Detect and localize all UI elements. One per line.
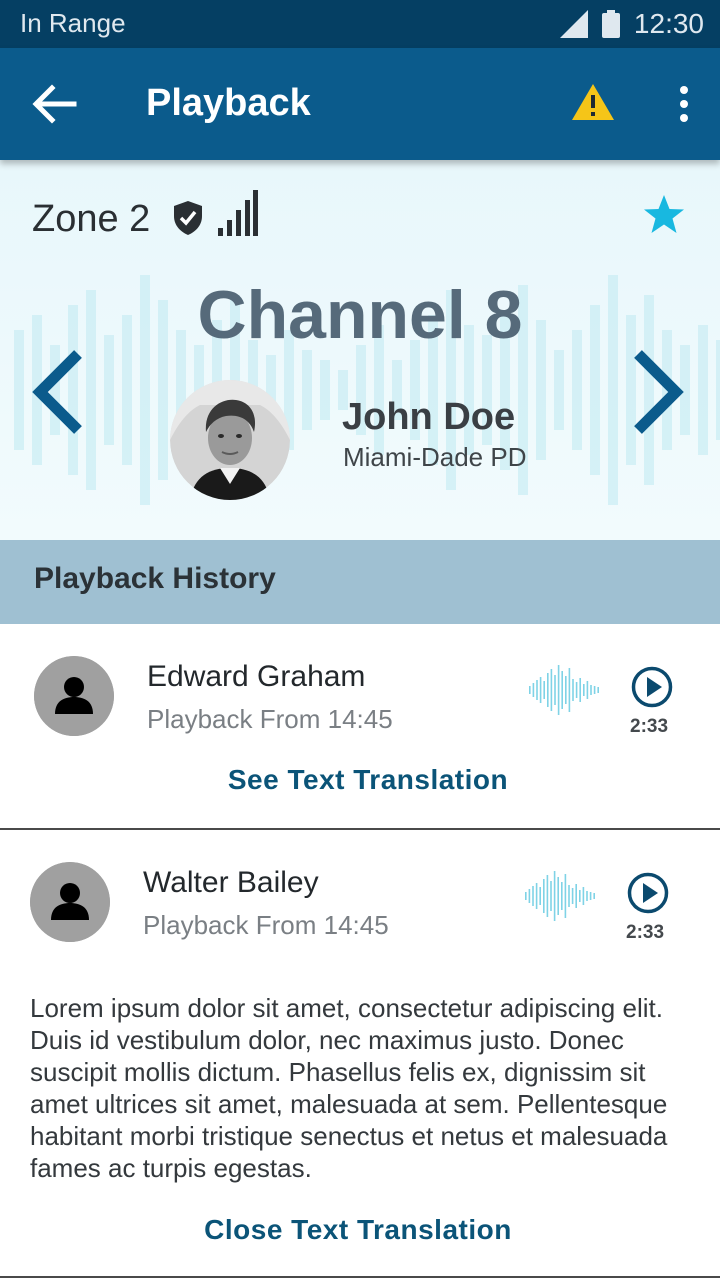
waveform-bar xyxy=(532,886,534,906)
waveform-bar xyxy=(586,681,589,699)
waveform-bar xyxy=(529,686,531,694)
playback-screen: In Range 12:30 Playback Zone 2 Channel 8… xyxy=(0,0,720,1280)
waveform-bar xyxy=(582,887,585,905)
waveform-bar xyxy=(536,680,538,700)
close-translation-link[interactable]: Close Text Translation xyxy=(0,1214,718,1246)
history-header: Playback History xyxy=(0,540,720,624)
waveform-bar xyxy=(571,888,574,904)
waveform-bar xyxy=(579,678,581,702)
signal-bars-icon xyxy=(218,190,258,236)
waveform-bar xyxy=(553,871,556,921)
waveform-bar xyxy=(575,682,578,698)
waveform-bar xyxy=(554,350,564,430)
waveform-bar xyxy=(564,874,567,918)
waveform-bar xyxy=(554,675,556,705)
waveform-bar xyxy=(546,875,549,917)
waveform-bar xyxy=(528,889,531,903)
waveform-bar xyxy=(561,882,563,910)
history-item[interactable]: Walter Bailey Playback From 14:45 2:33 L… xyxy=(0,832,720,1278)
waveform-bar xyxy=(539,677,542,703)
waveform-bar xyxy=(575,884,577,908)
user-name: Walter Bailey xyxy=(143,866,319,899)
chevron-left-icon[interactable] xyxy=(30,350,86,434)
see-translation-link[interactable]: See Text Translation xyxy=(8,764,720,796)
waveform-bar xyxy=(557,665,560,715)
audio-waveform-icon xyxy=(529,665,599,715)
zone-label: Zone 2 xyxy=(32,198,151,240)
history-item[interactable]: Edward Graham Playback From 14:45 2:33 S… xyxy=(0,624,720,830)
waveform-bar xyxy=(539,887,541,905)
audio-waveform-icon xyxy=(525,871,595,921)
chevron-right-icon[interactable] xyxy=(630,350,686,434)
waveform-bar xyxy=(568,668,571,712)
play-icon[interactable] xyxy=(631,666,673,708)
status-icons: 12:30 xyxy=(559,8,704,40)
waveform-bar xyxy=(589,892,592,900)
waveform-bar xyxy=(565,676,567,704)
waveform-bar xyxy=(590,685,592,695)
waveform-bar xyxy=(597,687,599,693)
waveform-bar xyxy=(547,673,549,707)
waveform-bar xyxy=(535,883,538,909)
clock: 12:30 xyxy=(633,8,704,39)
user-avatar-icon xyxy=(30,862,110,942)
playback-time: Playback From 14:45 xyxy=(147,704,393,734)
user-avatar-icon xyxy=(34,656,114,736)
duration-label: 2:33 xyxy=(626,922,665,943)
caller-organization: Miami-Dade PD xyxy=(343,442,527,472)
waveform-bar xyxy=(557,877,559,915)
shield-check-icon xyxy=(174,201,202,235)
waveform-bar xyxy=(568,885,570,907)
page-title: Playback xyxy=(146,82,311,124)
caller-avatar xyxy=(170,380,290,500)
play-icon[interactable] xyxy=(627,872,669,914)
caller-name: John Doe xyxy=(342,396,516,438)
waveform-bar xyxy=(543,681,545,699)
waveform-bar xyxy=(525,892,527,900)
waveform-bar xyxy=(572,679,574,701)
channel-title: Channel 8 xyxy=(197,277,523,353)
channel-panel: Zone 2 Channel 8 John Doe Miami-Dade PD xyxy=(0,160,720,540)
back-arrow-icon[interactable] xyxy=(30,82,78,126)
duration-label: 2:33 xyxy=(630,716,669,737)
carrier-label: In Range xyxy=(20,8,126,38)
history-title: Playback History xyxy=(34,562,276,595)
waveform-bar xyxy=(583,684,585,696)
waveform-bar xyxy=(593,686,596,694)
user-name: Edward Graham xyxy=(147,660,366,693)
waveform-bar xyxy=(586,891,588,901)
warning-icon[interactable] xyxy=(570,82,616,122)
more-vert-icon[interactable] xyxy=(672,84,696,124)
waveform-bar xyxy=(550,881,552,911)
waveform-bar xyxy=(561,671,563,709)
playback-time: Playback From 14:45 xyxy=(143,910,389,940)
waveform-bar xyxy=(579,890,581,902)
waveform-bar xyxy=(593,893,595,899)
waveform-bar xyxy=(716,340,720,440)
status-bar: In Range 12:30 xyxy=(0,0,720,48)
battery-icon xyxy=(601,10,620,38)
star-icon[interactable] xyxy=(642,194,686,236)
signal-icon xyxy=(559,10,588,38)
waveform-bar xyxy=(302,350,312,430)
waveform-bar xyxy=(550,669,553,711)
app-bar: Playback xyxy=(0,48,720,160)
waveform-bar xyxy=(532,683,535,697)
translation-text: Lorem ipsum dolor sit amet, consectetur … xyxy=(30,993,668,1183)
waveform-bar xyxy=(320,360,330,420)
waveform-bar xyxy=(543,879,545,913)
